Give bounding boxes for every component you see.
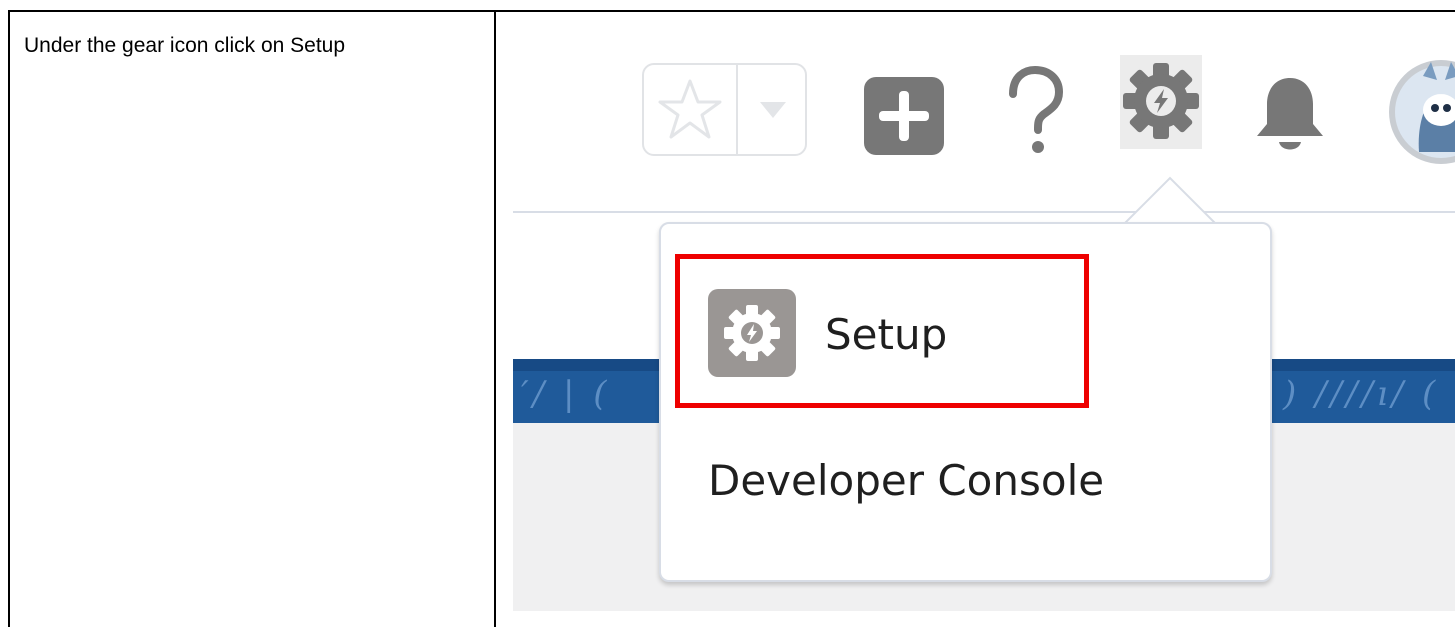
table-border-divider bbox=[494, 10, 496, 627]
chevron-down-icon[interactable] bbox=[757, 97, 789, 123]
table-border-top bbox=[8, 10, 1455, 12]
gear-lightning-icon bbox=[724, 305, 780, 361]
setup-menu-label[interactable]: Setup bbox=[825, 310, 947, 359]
bell-icon[interactable] bbox=[1251, 74, 1329, 156]
dropdown-pointer bbox=[1122, 176, 1218, 226]
setup-dropdown-menu: Setup Developer Console bbox=[659, 222, 1272, 582]
favorites-divider bbox=[736, 65, 738, 154]
star-icon[interactable] bbox=[656, 75, 724, 143]
user-avatar-button[interactable] bbox=[1383, 54, 1455, 166]
plus-icon[interactable] bbox=[864, 77, 944, 155]
salesforce-screenshot: ′/ | ( ) ////ı/ (Setup Developer Consol… bbox=[513, 14, 1455, 611]
favorites-button-group bbox=[642, 63, 807, 156]
banner-decoration-right: ) ////ı/ ( bbox=[1283, 374, 1440, 414]
banner-decoration-left: ′/ | ( bbox=[521, 374, 611, 414]
developer-console-menu-item[interactable]: Developer Console bbox=[708, 456, 1104, 505]
setup-menu-gear-icon bbox=[708, 289, 796, 377]
instruction-text: Under the gear icon click on Setup bbox=[24, 34, 346, 57]
user-avatar-icon bbox=[1389, 60, 1455, 164]
instruction-table: Under the gear icon click on Setup ′/ | … bbox=[0, 0, 1455, 627]
setup-gear-button[interactable] bbox=[1120, 55, 1202, 149]
header-divider bbox=[513, 211, 1455, 213]
gear-lightning-icon bbox=[1123, 63, 1199, 139]
question-mark-icon[interactable] bbox=[1005, 66, 1065, 156]
table-border-left bbox=[8, 10, 10, 627]
